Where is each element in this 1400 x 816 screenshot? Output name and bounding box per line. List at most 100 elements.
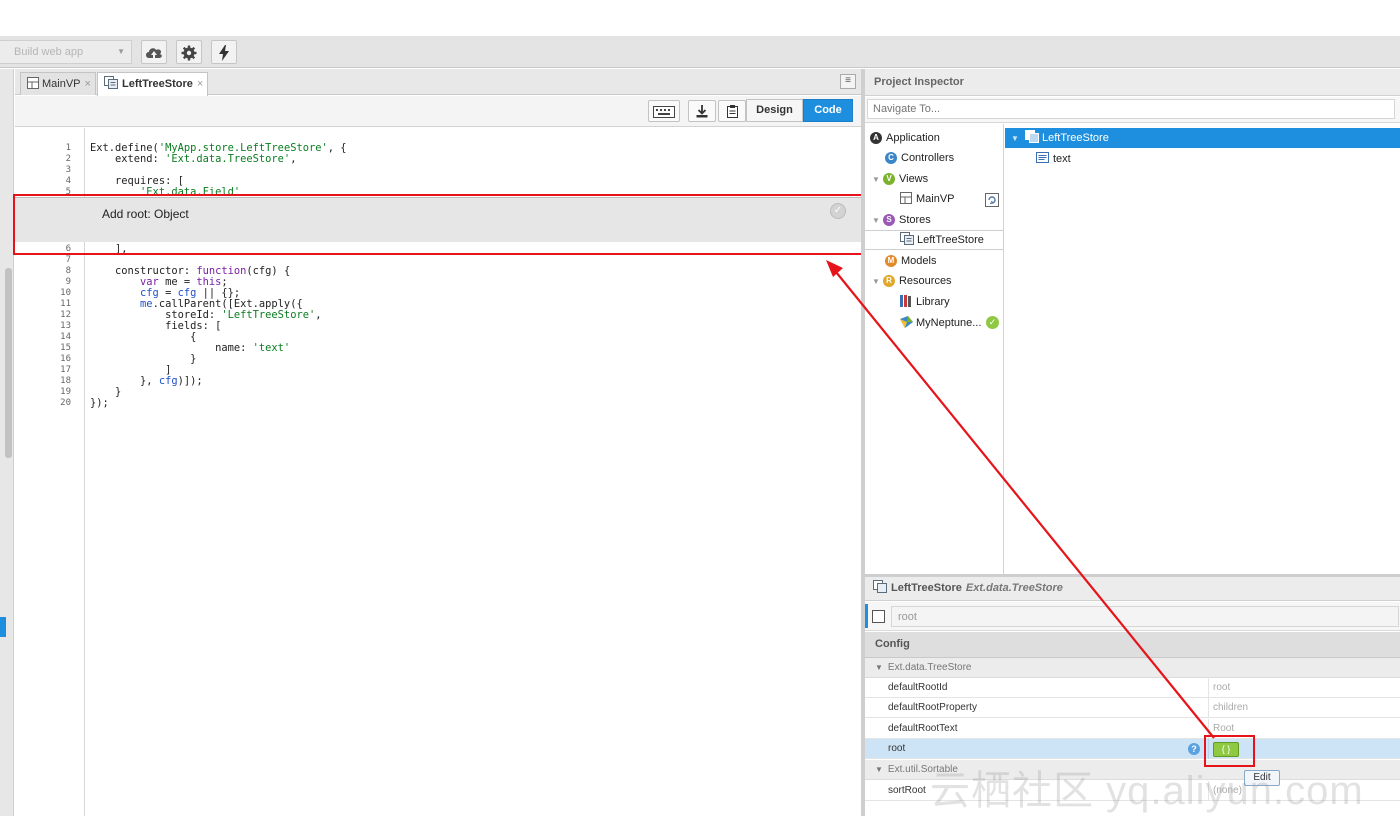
navigate-bar	[865, 97, 1400, 123]
tree-item-label: Controllers	[901, 152, 955, 164]
clipboard-button[interactable]	[718, 100, 746, 122]
collapse-arrow-icon[interactable]: ▼	[875, 765, 883, 774]
navigate-input[interactable]	[867, 99, 1395, 119]
tree-item-label: LeftTreeStore	[917, 234, 984, 246]
tree-item-library[interactable]: Library	[900, 292, 950, 312]
tree-item-label: Models	[901, 255, 937, 267]
property-filter-input[interactable]	[891, 606, 1399, 627]
tree-item-models[interactable]: M Models	[885, 251, 936, 271]
expand-arrow-icon[interactable]: ▼	[872, 175, 880, 184]
property-value[interactable]: root	[1208, 678, 1398, 698]
line-number: 11	[60, 299, 71, 309]
expand-arrow-icon[interactable]: ▼	[872, 216, 880, 225]
tree-item-label: Stores	[898, 214, 931, 226]
tree-item-stores[interactable]: ▼ S Stores	[872, 210, 931, 230]
line-number: 18	[60, 376, 71, 386]
tree-item-application[interactable]: A Application	[870, 128, 940, 148]
component-name: LeftTreeStore	[891, 582, 962, 594]
watermark: 云栖社区 yq.aliyun.com	[930, 769, 1364, 813]
tree-item-label: Application	[886, 132, 940, 144]
store-icon	[104, 76, 118, 89]
store-icon	[1024, 130, 1039, 143]
application-icon: A	[870, 132, 882, 145]
tree-item-label: Resources	[898, 275, 952, 287]
property-row-defaultrootproperty[interactable]: defaultRootProperty children	[865, 698, 1400, 718]
group-label: Ext.data.TreeStore	[887, 662, 972, 673]
line-number: 17	[60, 365, 71, 375]
property-row-defaultroottext[interactable]: defaultRootText Root	[865, 719, 1400, 739]
expand-arrow-icon[interactable]: ▼	[1011, 134, 1019, 143]
viewport-icon	[900, 192, 912, 204]
controller-icon: C	[885, 152, 897, 165]
settings-button[interactable]	[176, 40, 202, 64]
code-view-button[interactable]: Code	[803, 99, 853, 122]
selected-store-row[interactable]: ▼ LeftTreeStore	[1005, 128, 1400, 148]
build-target-select[interactable]: Build web app ▼	[0, 40, 132, 64]
line-number: 9	[65, 277, 71, 287]
line-number: 14	[60, 332, 71, 342]
tree-item-mainvp[interactable]: MainVP	[900, 189, 955, 209]
tree-item-label: Views	[898, 173, 929, 185]
theme-icon	[900, 316, 913, 328]
tab-label: MainVP	[42, 78, 81, 90]
tree-item-controllers[interactable]: C Controllers	[885, 148, 954, 168]
tab-lefttreestore[interactable]: LeftTreeStore ×	[97, 72, 209, 96]
close-icon[interactable]: ×	[85, 78, 91, 90]
tree-item-views[interactable]: ▼ V Views	[872, 169, 928, 189]
property-value[interactable]: children	[1208, 698, 1398, 718]
line-number: 3	[65, 165, 71, 175]
design-view-button[interactable]: Design	[746, 99, 803, 122]
line-number: 20	[60, 398, 71, 408]
store-label: LeftTreeStore	[1041, 132, 1109, 144]
filter-checkbox[interactable]	[872, 610, 885, 623]
property-row-defaultrootid[interactable]: defaultRootId root	[865, 678, 1400, 698]
lightning-icon	[219, 44, 229, 61]
chevron-down-icon: ▼	[117, 47, 125, 56]
property-panel-header: LeftTreeStore Ext.data.TreeStore	[865, 577, 1400, 601]
tab-mainvp[interactable]: MainVP ×	[20, 72, 96, 95]
field-label: text	[1053, 153, 1071, 165]
main-toolbar	[0, 36, 1400, 68]
resource-icon: R	[882, 275, 895, 288]
store-category-icon: S	[882, 214, 895, 227]
export-button[interactable]	[688, 100, 716, 122]
line-number: 1	[65, 143, 71, 153]
refresh-icon[interactable]	[985, 193, 999, 207]
library-icon	[900, 295, 911, 307]
tree-item-resources[interactable]: ▼ R Resources	[872, 271, 952, 291]
tab-menu-icon[interactable]: ≡	[840, 74, 856, 89]
keyboard-button[interactable]	[648, 100, 680, 122]
expand-arrow-icon[interactable]: ▼	[872, 277, 880, 286]
run-button[interactable]	[211, 40, 237, 64]
deploy-button[interactable]	[141, 40, 167, 64]
keyboard-icon	[653, 105, 675, 118]
collapse-arrow-icon[interactable]: ▼	[875, 663, 883, 672]
gear-icon	[181, 45, 197, 61]
download-icon	[696, 105, 708, 118]
line-number: 16	[60, 354, 71, 364]
store-icon	[873, 580, 887, 593]
left-scrollbar[interactable]	[5, 268, 12, 458]
cloud-upload-icon	[146, 48, 162, 58]
line-number: 15	[60, 343, 71, 353]
tree-item-lefttreestore[interactable]: LeftTreeStore	[900, 230, 984, 250]
tree-item-myneptune[interactable]: MyNeptune...	[900, 313, 981, 333]
field-row-text[interactable]: text	[1036, 150, 1071, 168]
focus-indicator	[865, 604, 868, 628]
tree-item-label: MainVP	[916, 193, 955, 205]
property-row-root[interactable]: root	[865, 739, 1400, 759]
property-group-treestore[interactable]: ▼ Ext.data.TreeStore	[865, 658, 1400, 678]
field-icon	[1036, 152, 1049, 163]
close-icon[interactable]: ×	[197, 78, 203, 90]
component-class: Ext.data.TreeStore	[965, 582, 1063, 594]
help-icon[interactable]: ?	[1188, 743, 1200, 755]
tree-item-label: MyNeptune...	[916, 317, 982, 329]
config-section-header[interactable]: Config	[865, 632, 1400, 658]
line-number: 12	[60, 310, 71, 320]
view-icon: V	[882, 173, 895, 186]
property-name: root	[888, 743, 906, 754]
property-name: defaultRootProperty	[888, 702, 977, 713]
line-number: 7	[65, 255, 71, 265]
model-icon: M	[885, 255, 897, 268]
selection-indicator	[0, 617, 6, 637]
